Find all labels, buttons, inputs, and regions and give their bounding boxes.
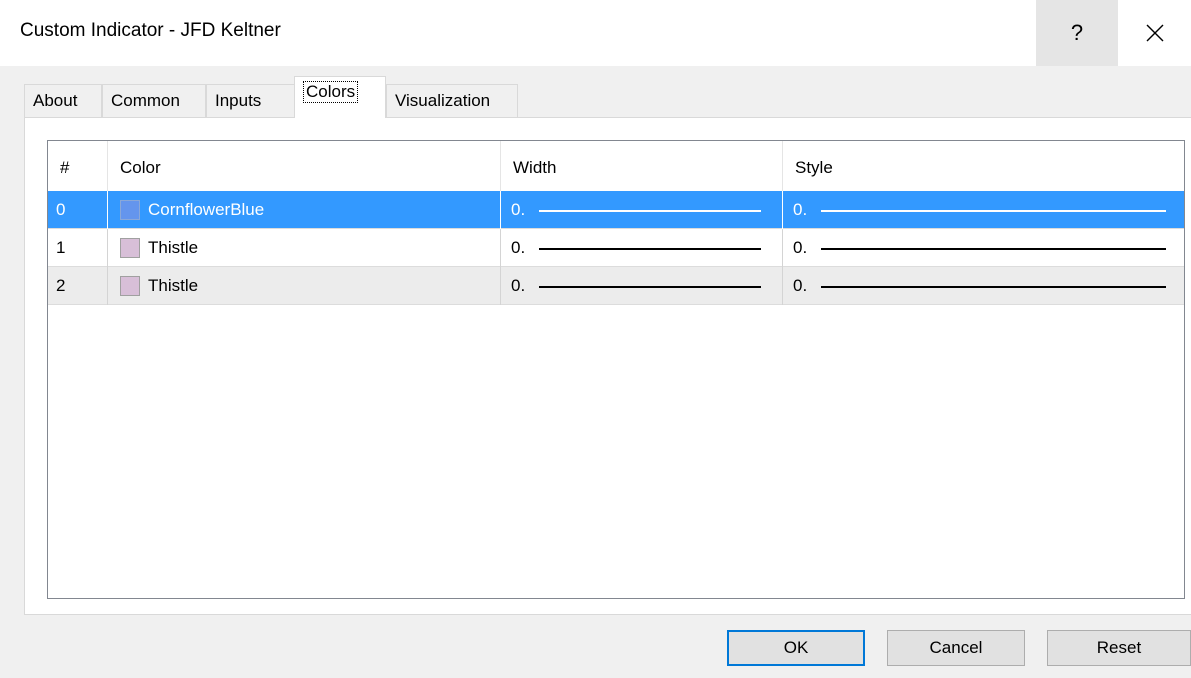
style-line-preview (821, 286, 1166, 288)
column-header-style[interactable]: Style (783, 141, 1184, 191)
colors-list[interactable]: # Color Width Style 0 CornflowerBlue 0. … (47, 140, 1185, 599)
style-cell[interactable]: 0. (783, 267, 1184, 305)
width-line-preview (539, 210, 761, 212)
table-row[interactable]: 0 CornflowerBlue 0. 0. (48, 191, 1184, 229)
tab-strip: About Common Inputs Colors Visualization (24, 76, 1191, 118)
color-name: Thistle (148, 238, 199, 257)
tab-label: Inputs (215, 91, 262, 110)
tab-about[interactable]: About (24, 84, 102, 118)
color-name: CornflowerBlue (148, 200, 265, 219)
color-cell[interactable]: CornflowerBlue (108, 191, 501, 229)
reset-button[interactable]: Reset (1047, 630, 1191, 666)
width-value: 0. (511, 276, 526, 295)
tab-visualization[interactable]: Visualization (386, 84, 518, 118)
style-value: 0. (793, 276, 808, 295)
style-cell[interactable]: 0. (783, 229, 1184, 267)
title-bar: Custom Indicator - JFD Keltner ? (0, 0, 1191, 66)
help-icon: ? (1070, 20, 1084, 45)
width-value: 0. (511, 238, 526, 257)
ok-button[interactable]: OK (727, 630, 865, 666)
tab-label: About (33, 91, 78, 110)
width-value: 0. (511, 200, 526, 219)
style-cell[interactable]: 0. (783, 191, 1184, 229)
color-cell[interactable]: Thistle (108, 267, 501, 305)
row-index: 1 (48, 229, 108, 267)
row-index: 0 (48, 191, 108, 229)
row-index: 2 (48, 267, 108, 305)
style-value: 0. (793, 238, 808, 257)
table-row[interactable]: 2 Thistle 0. 0. (48, 267, 1184, 305)
window-title: Custom Indicator - JFD Keltner (20, 20, 281, 41)
list-header: # Color Width Style (48, 141, 1184, 191)
tab-label: Colors (303, 81, 359, 103)
colors-tab-panel: # Color Width Style 0 CornflowerBlue 0. … (24, 117, 1191, 615)
width-cell[interactable]: 0. (501, 267, 783, 305)
help-button[interactable]: ? (1036, 0, 1118, 66)
width-line-preview (539, 248, 761, 250)
color-name: Thistle (148, 276, 199, 295)
style-value: 0. (793, 200, 808, 219)
style-line-preview (821, 248, 1166, 250)
color-swatch (120, 200, 140, 220)
width-line-preview (539, 286, 761, 288)
style-line-preview (821, 210, 1166, 212)
tab-common[interactable]: Common (102, 84, 206, 118)
table-row[interactable]: 1 Thistle 0. 0. (48, 229, 1184, 267)
tab-inputs[interactable]: Inputs (206, 84, 296, 118)
color-cell[interactable]: Thistle (108, 229, 501, 267)
color-swatch (120, 276, 140, 296)
width-cell[interactable]: 0. (501, 191, 783, 229)
column-header-index[interactable]: # (48, 141, 108, 191)
cancel-button[interactable]: Cancel (887, 630, 1025, 666)
tab-label: Common (111, 91, 180, 110)
close-icon (1146, 24, 1163, 42)
tab-colors[interactable]: Colors (294, 76, 386, 118)
custom-indicator-dialog: Custom Indicator - JFD Keltner ? About C… (0, 0, 1191, 678)
width-cell[interactable]: 0. (501, 229, 783, 267)
column-header-width[interactable]: Width (501, 141, 783, 191)
tab-label: Visualization (395, 91, 491, 110)
close-button[interactable] (1118, 0, 1191, 66)
color-swatch (120, 238, 140, 258)
column-header-color[interactable]: Color (108, 141, 501, 191)
